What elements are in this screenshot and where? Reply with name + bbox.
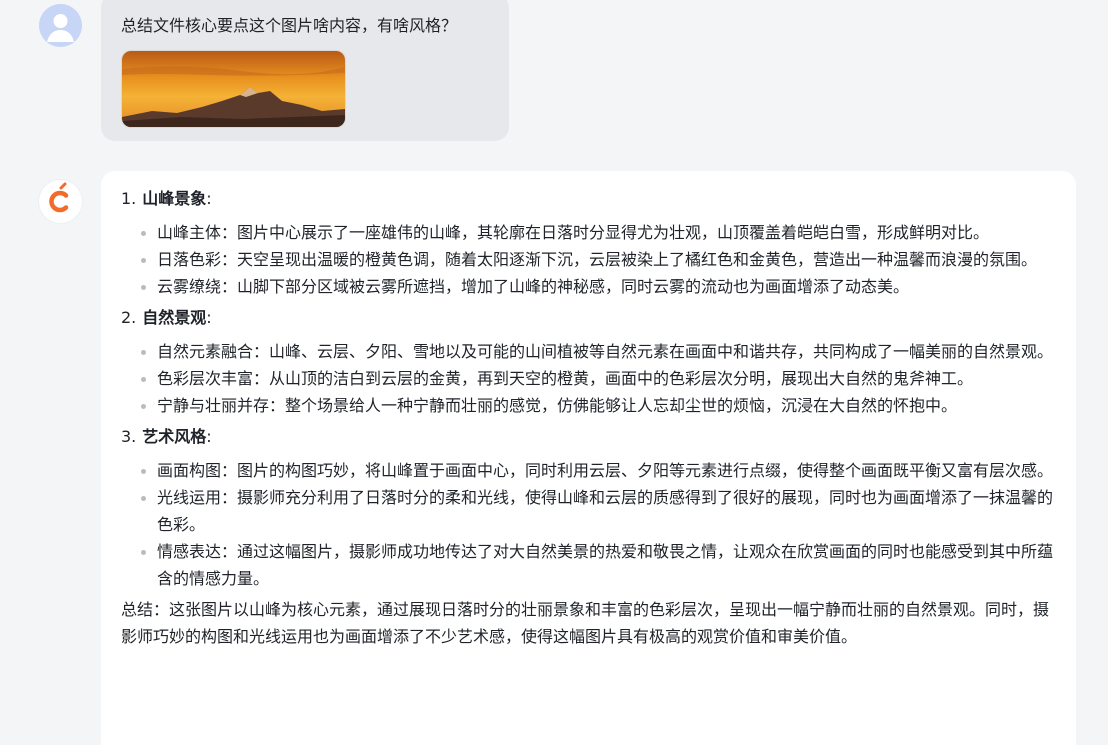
section-colon: : bbox=[206, 427, 212, 446]
bullet-list: 山峰主体：图片中心展示了一座雄伟的山峰，其轮廓在日落时分显得尤为壮观，山顶覆盖着… bbox=[121, 219, 1056, 300]
list-item: 云雾缭绕：山脚下部分区域被云雾所遮挡，增加了山峰的神秘感，同时云雾的流动也为画面… bbox=[137, 273, 1056, 300]
list-item: 色彩层次丰富：从山顶的洁白到云层的金黄，再到天空的橙黄，画面中的色彩层次分明，展… bbox=[137, 365, 1056, 392]
list-item: 光线运用：摄影师充分利用了日落时分的柔和光线，使得山峰和云层的质感得到了很好的展… bbox=[137, 484, 1056, 538]
list-item: 画面构图：图片的构图巧妙，将山峰置于画面中心，同时利用云层、夕阳等元素进行点缀，… bbox=[137, 457, 1056, 484]
sunset-mountain-image bbox=[122, 51, 345, 127]
section-heading-text: 山峰景象 bbox=[142, 189, 207, 208]
user-icon bbox=[39, 4, 82, 47]
section-mountain: 1. 山峰景象 : 山峰主体：图片中心展示了一座雄伟的山峰，其轮廓在日落时分显得… bbox=[121, 185, 1056, 300]
section-nature: 2. 自然景观 : 自然元素融合：山峰、云层、夕阳、雪地以及可能的山间植被等自然… bbox=[121, 304, 1056, 419]
section-number: 3. bbox=[121, 427, 137, 446]
chat-thread: 总结文件核心要点这个图片啥内容，有啥风格？ 1. 山峰景象: 山峰主体：图片中… bbox=[0, 0, 1108, 745]
assistant-avatar[interactable] bbox=[39, 180, 82, 223]
attached-image-thumbnail[interactable] bbox=[121, 50, 346, 128]
section-number: 1. bbox=[121, 189, 137, 208]
user-message-bubble: 总结文件核心要点这个图片啥内容，有啥风格？ bbox=[101, 0, 509, 141]
user-avatar[interactable] bbox=[39, 4, 82, 47]
section-colon: : bbox=[206, 189, 212, 208]
assistant-message-card: 1. 山峰景象 : 山峰主体：图片中心展示了一座雄伟的山峰，其轮廓在日落时分显得… bbox=[101, 171, 1076, 745]
section-heading: 3. 艺术风格 : bbox=[121, 423, 1056, 451]
section-heading-text: 艺术风格 bbox=[142, 427, 207, 446]
list-item: 山峰主体：图片中心展示了一座雄伟的山峰，其轮廓在日落时分显得尤为壮观，山顶覆盖着… bbox=[137, 219, 1056, 246]
user-message-text: 总结文件核心要点这个图片啥内容，有啥风格？ bbox=[121, 16, 458, 35]
list-item: 情感表达：通过这幅图片，摄影师成功地传达了对大自然美景的热爱和敬畏之情，让观众在… bbox=[137, 538, 1056, 592]
bullet-list: 画面构图：图片的构图巧妙，将山峰置于画面中心，同时利用云层、夕阳等元素进行点缀，… bbox=[121, 457, 1056, 592]
section-art-style: 3. 艺术风格 : 画面构图：图片的构图巧妙，将山峰置于画面中心，同时利用云层、… bbox=[121, 423, 1056, 592]
section-number: 2. bbox=[121, 308, 137, 327]
list-item: 日落色彩：天空呈现出温暖的橙黄色调，随着太阳逐渐下沉，云层被染上了橘红色和金黄色… bbox=[137, 246, 1056, 273]
section-heading: 2. 自然景观 : bbox=[121, 304, 1056, 332]
section-heading-text: 自然景观 bbox=[142, 308, 207, 327]
summary-paragraph: 总结：这张图片以山峰为核心元素，通过展现日落时分的壮丽景象和丰富的色彩层次，呈现… bbox=[121, 600, 1050, 646]
list-item: 宁静与壮丽并存：整个场景给人一种宁静而壮丽的感觉，仿佛能够让人忘却尘世的烦恼，沉… bbox=[137, 392, 1056, 419]
bullet-list: 自然元素融合：山峰、云层、夕阳、雪地以及可能的山间植被等自然元素在画面中和谐共存… bbox=[121, 338, 1056, 419]
assistant-logo-icon bbox=[49, 182, 69, 213]
section-heading: 1. 山峰景象 : bbox=[121, 185, 1056, 213]
section-colon: : bbox=[206, 308, 212, 327]
list-item: 自然元素融合：山峰、云层、夕阳、雪地以及可能的山间植被等自然元素在画面中和谐共存… bbox=[137, 338, 1056, 365]
